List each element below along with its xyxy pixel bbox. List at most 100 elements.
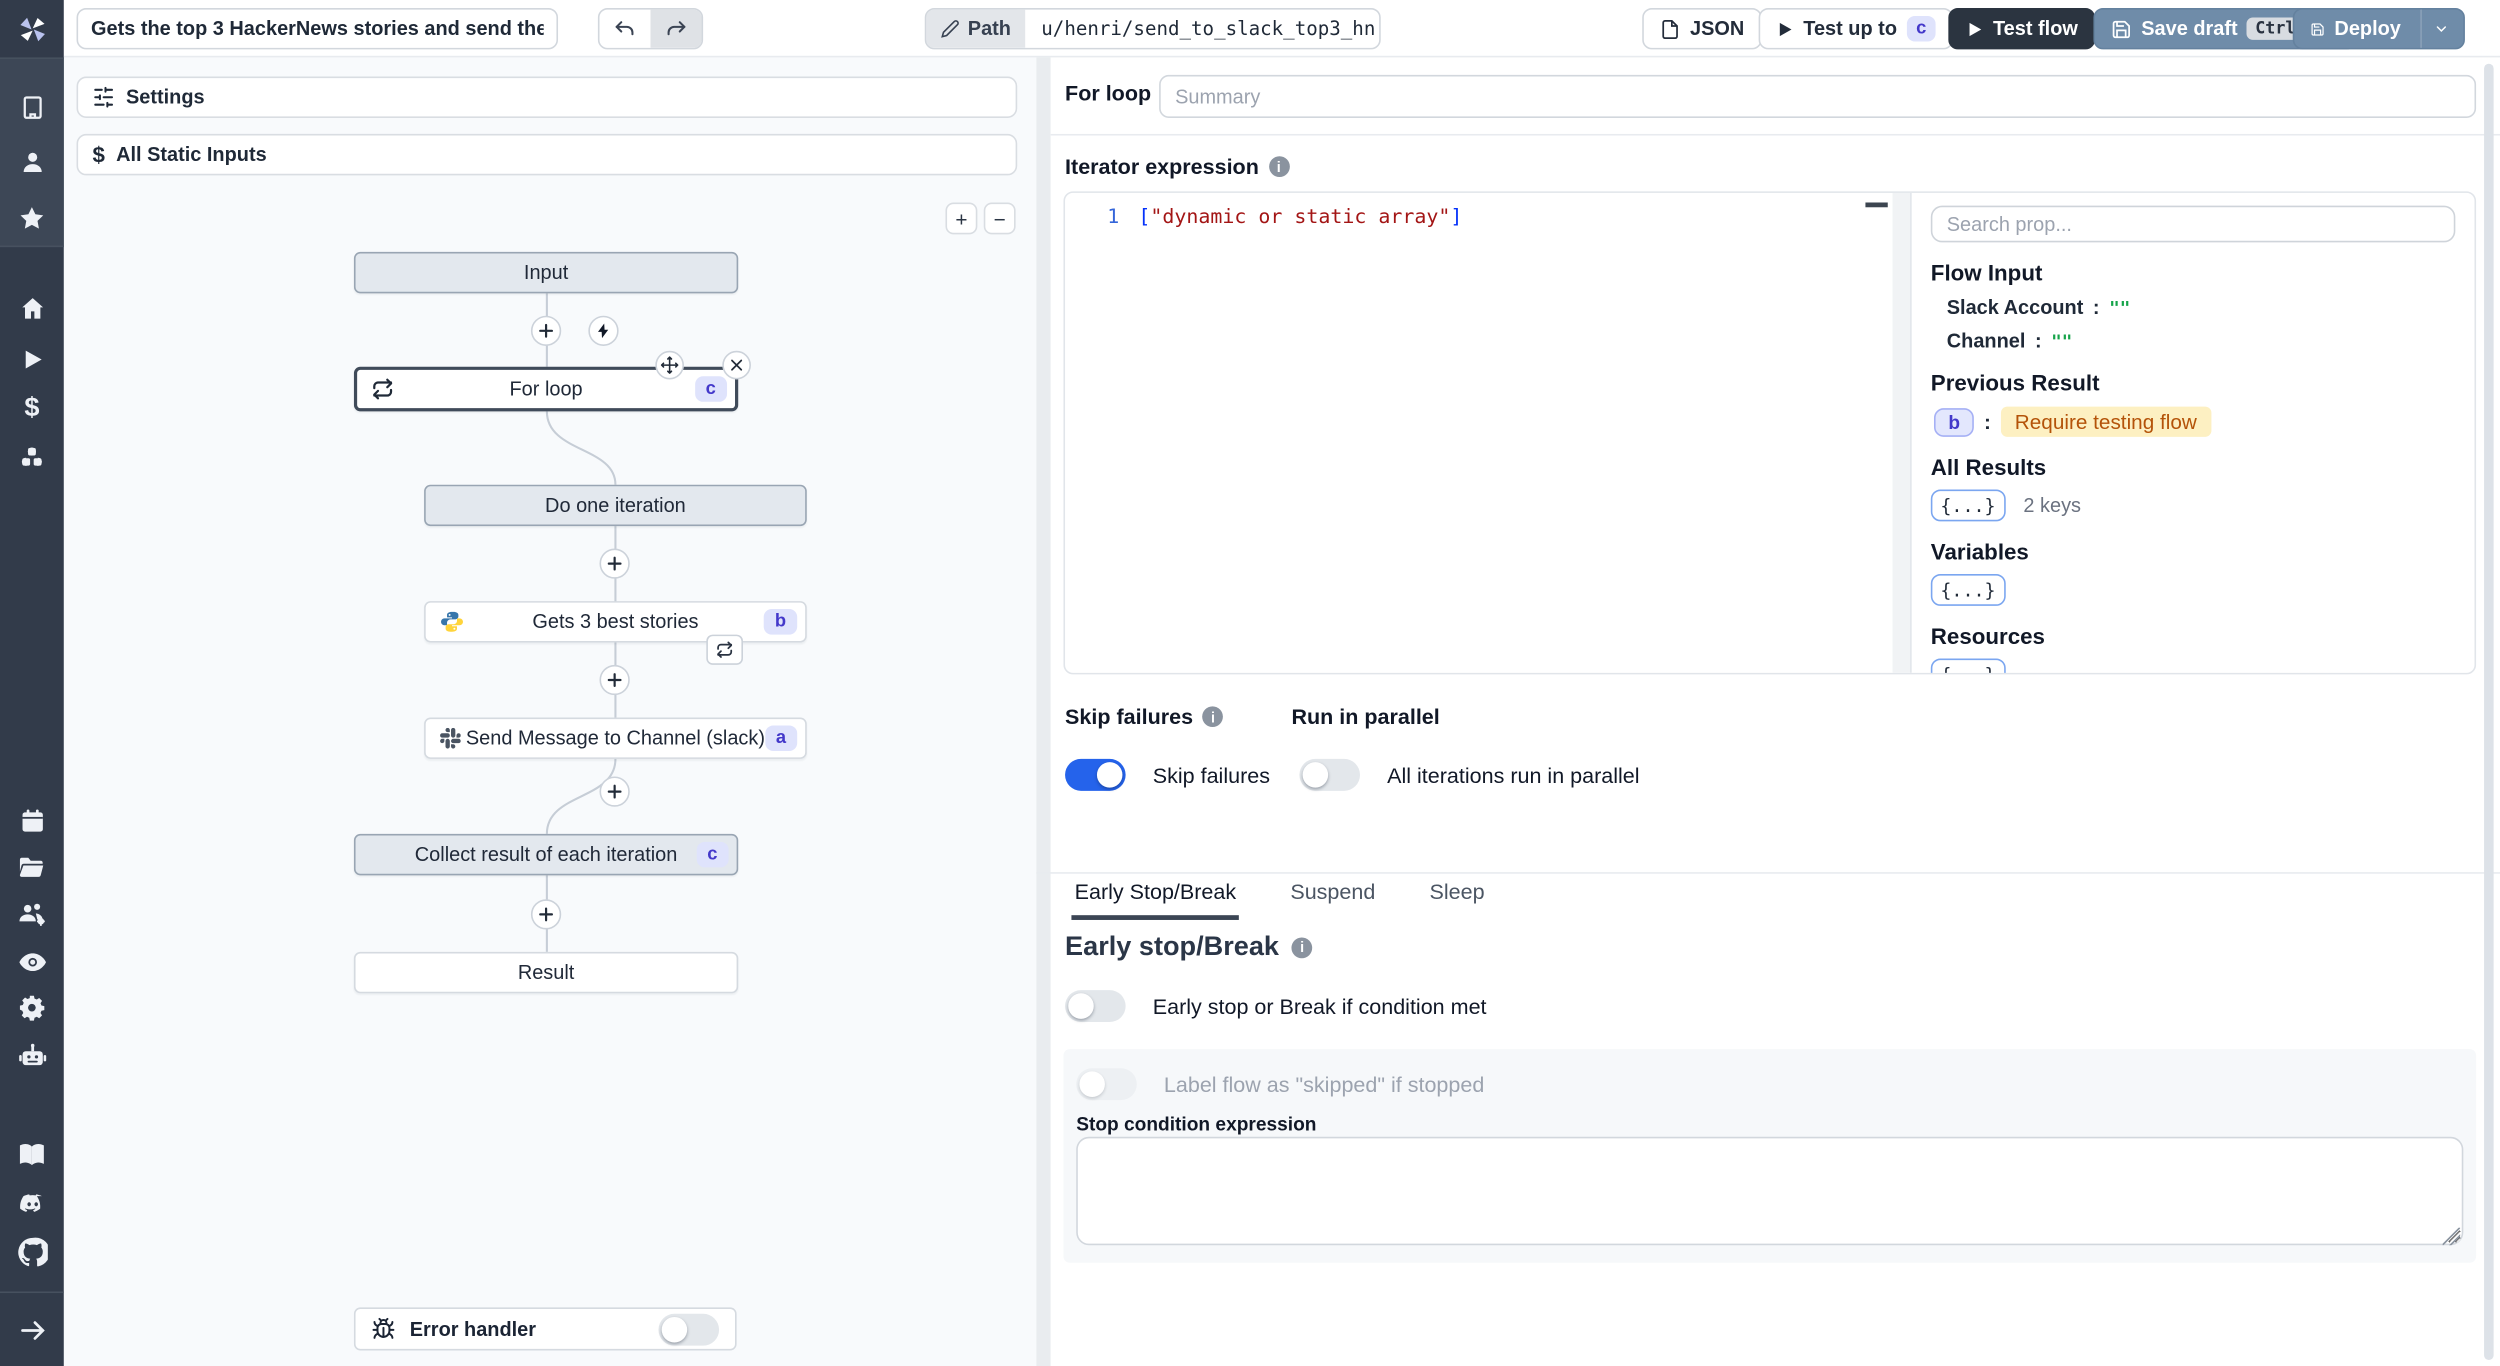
windmill-flow-editor: $ Gets the top 3 HackerNews stories and … (0, 0, 2500, 1366)
previous-result-title: Previous Result (1930, 369, 2100, 396)
info-icon[interactable]: i (1268, 156, 1290, 177)
calendar-icon[interactable] (0, 800, 64, 838)
run-parallel-toggle-row: All iterations run in parallel (1299, 758, 1640, 791)
flow-canvas[interactable]: Settings $ All Static Inputs + − Input F… (63, 57, 1037, 1366)
node-gets-3-best-stories[interactable]: Gets 3 best stories b (424, 601, 807, 643)
json-button[interactable]: JSON (1642, 7, 1762, 50)
repeat-icon (717, 641, 733, 658)
book-icon[interactable] (0, 1135, 64, 1173)
add-step-button[interactable] (599, 548, 630, 579)
early-stop-toggle-label: Early stop or Break if condition met (1152, 994, 1487, 1019)
skip-failures-toggle-label: Skip failures (1152, 762, 1271, 787)
users-gear-icon[interactable] (0, 894, 64, 932)
run-in-parallel-title: Run in parallel (1291, 704, 1440, 729)
step-id-badge: a (764, 725, 798, 751)
label-skipped-toggle-label: Label flow as "skipped" if stopped (1163, 1072, 1485, 1097)
flow-input-field[interactable]: Slack Account: "" (1947, 297, 2456, 319)
loop-iteration-chip[interactable] (706, 634, 743, 665)
robot-icon[interactable] (0, 1036, 64, 1074)
undo-button[interactable] (599, 10, 650, 48)
deploy-button[interactable]: Deploy (2292, 7, 2465, 50)
chevron-down-icon[interactable] (2434, 19, 2447, 38)
node-send-message-slack[interactable]: Send Message to Channel (slack) a (424, 717, 807, 759)
flow-title-input[interactable] (76, 7, 559, 50)
plus-icon (539, 907, 554, 922)
discord-icon[interactable] (0, 1185, 64, 1223)
path-chip[interactable]: Path u/henri/send_to_slack_top3_hn (924, 7, 1381, 50)
skip-failures-toggle[interactable] (1065, 758, 1126, 791)
skipped-toggle-row: Label flow as "skipped" if stopped (1076, 1068, 1485, 1101)
arrow-right-icon[interactable] (0, 1311, 64, 1349)
redo-button[interactable] (650, 9, 702, 48)
label-skipped-toggle[interactable] (1076, 1068, 1137, 1101)
tab-sleep[interactable]: Sleep (1426, 874, 1487, 920)
user-icon[interactable] (0, 142, 64, 180)
node-result[interactable]: Result (353, 951, 739, 994)
test-up-to-button[interactable]: Test up to c (1758, 7, 1954, 50)
eye-icon[interactable] (0, 942, 64, 980)
minimap-line-mark (1865, 202, 1888, 208)
node-collect-result[interactable]: Collect result of each iteration c (353, 833, 739, 876)
add-step-button[interactable] (599, 664, 630, 696)
add-step-button[interactable] (530, 899, 562, 930)
resize-grip[interactable] (2442, 1227, 2461, 1246)
delete-node-button[interactable] (722, 350, 751, 380)
info-icon[interactable]: i (1291, 936, 1313, 958)
skip-failures-title: Skip failures i (1065, 705, 1224, 729)
test-flow-button[interactable]: Test flow (1948, 7, 2096, 50)
tab-early-stop-break[interactable]: Early Stop/Break (1071, 874, 1240, 920)
right-panel-scrollbar[interactable] (2484, 63, 2494, 1361)
panel-splitter[interactable] (1036, 57, 1051, 1366)
step-id-badge: c (696, 841, 729, 868)
add-step-button[interactable] (530, 315, 562, 346)
windmill-logo-icon[interactable] (0, 0, 64, 57)
step-id-badge: b (763, 609, 798, 635)
folder-open-icon[interactable] (0, 848, 64, 886)
error-handler-toggle[interactable] (658, 1312, 720, 1345)
line-number: 1 (1107, 204, 1120, 228)
plus-icon (607, 673, 622, 687)
summary-input[interactable] (1159, 74, 2477, 118)
home-icon[interactable] (0, 289, 64, 327)
early-stop-condition-toggle[interactable] (1065, 990, 1126, 1023)
run-parallel-toggle[interactable] (1299, 758, 1361, 791)
all-results-title: All Results (1930, 454, 2047, 480)
info-icon[interactable]: i (1202, 706, 1224, 728)
loop-icon (371, 378, 393, 400)
early-stop-settings-panel: Label flow as "skipped" if stopped Stop … (1063, 1049, 2477, 1263)
code-editor[interactable]: 1 ["dynamic or static array"] (1065, 192, 1911, 673)
dollar-icon[interactable]: $ (0, 389, 64, 427)
github-icon[interactable] (0, 1232, 64, 1270)
gear-icon[interactable] (0, 989, 64, 1027)
error-handler-label: Error handler (409, 1317, 537, 1341)
code-line[interactable]: ["dynamic or static array"] (1138, 204, 1462, 228)
early-stop-toggle-row: Early stop or Break if condition met (1065, 990, 1487, 1023)
path-chip-label: Path (926, 9, 1026, 48)
save-icon (2112, 20, 2130, 38)
search-prop-input[interactable] (1930, 205, 2456, 243)
path-value: u/henri/send_to_slack_top3_hn (1041, 17, 1376, 40)
plus-icon (607, 784, 622, 799)
add-step-button[interactable] (599, 776, 630, 807)
building-icon[interactable] (0, 88, 64, 126)
stop-condition-textarea[interactable] (1076, 1136, 2464, 1246)
resources-cubes-icon[interactable] (0, 438, 64, 476)
test-up-to-step-badge: c (1906, 15, 1936, 42)
all-results-object-chip[interactable]: {...} (1930, 489, 2006, 522)
step-id-badge: c (694, 376, 728, 402)
move-node-button[interactable] (655, 350, 684, 380)
step-ref-badge[interactable]: b (1933, 407, 1975, 437)
save-icon (2311, 22, 2324, 35)
behavior-tabs: Early Stop/Break Suspend Sleep (1071, 874, 1487, 920)
plus-icon (539, 323, 554, 338)
node-input[interactable]: Input (353, 251, 739, 294)
tab-suspend[interactable]: Suspend (1287, 874, 1378, 920)
node-do-one-iteration[interactable]: Do one iteration (424, 484, 807, 527)
flow-input-field[interactable]: Channel: "" (1947, 330, 2456, 352)
play-icon[interactable] (0, 340, 64, 378)
resources-object-chip[interactable]: {...} (1930, 658, 2006, 673)
variables-object-chip[interactable]: {...} (1930, 573, 2006, 606)
star-icon[interactable] (0, 199, 64, 237)
add-trigger-button[interactable] (588, 315, 619, 346)
error-handler-node[interactable]: Error handler (353, 1307, 737, 1351)
